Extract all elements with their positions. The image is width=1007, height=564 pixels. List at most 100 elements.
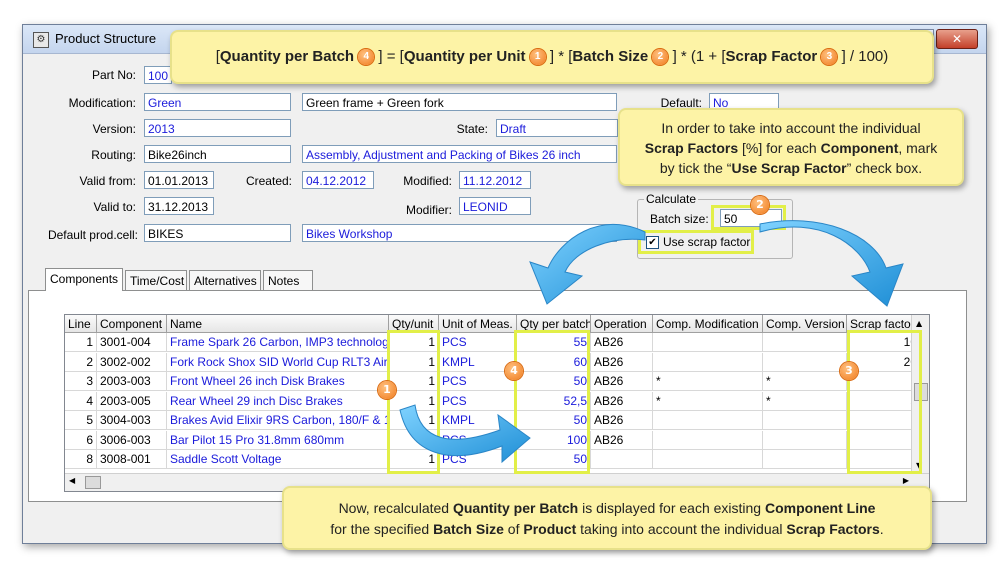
cell-qty-batch[interactable]: 50 — [517, 411, 591, 430]
column-header-name[interactable]: Name — [167, 315, 389, 333]
column-header-line[interactable]: Line — [65, 315, 97, 333]
tab-time-cost[interactable]: Time/Cost — [125, 270, 187, 290]
cell-name[interactable]: Saddle Scott Voltage — [167, 450, 389, 469]
vertical-scrollbar[interactable]: ▲ ▼ — [911, 315, 929, 474]
cell-comp-mod[interactable] — [653, 411, 763, 430]
cell-name[interactable]: Brakes Avid Elixir 9RS Carbon, 180/F & 1… — [167, 411, 389, 430]
cell-comp-ver[interactable] — [763, 352, 847, 372]
vertical-scroll-thumb[interactable] — [914, 383, 928, 401]
version-field[interactable]: 2013 — [144, 119, 291, 137]
cell-uom[interactable]: PCS — [439, 391, 517, 411]
cell-qty-unit[interactable]: 1 — [389, 411, 439, 430]
cell-component[interactable]: 3008-001 — [97, 450, 167, 469]
cell-qty-unit[interactable]: 1 — [389, 372, 439, 391]
cell-component[interactable]: 3004-003 — [97, 411, 167, 430]
cell-scrap[interactable]: 20 — [847, 352, 921, 372]
default-prod-cell-field[interactable]: BIKES — [144, 224, 291, 242]
cell-qty-unit[interactable]: 2 — [389, 430, 439, 450]
cell-operation[interactable]: AB26 — [591, 333, 653, 352]
cell-comp-mod[interactable] — [653, 333, 763, 352]
cell-operation[interactable]: AB26 — [591, 430, 653, 450]
cell-component[interactable]: 3006-003 — [97, 430, 167, 450]
cell-operation[interactable]: AB26 — [591, 391, 653, 411]
cell-line[interactable]: 6 — [65, 430, 97, 450]
cell-comp-ver[interactable] — [763, 450, 847, 469]
cell-line[interactable]: 1 — [65, 333, 97, 352]
tab-alternatives[interactable]: Alternatives — [189, 270, 261, 290]
modification-field[interactable]: Green — [144, 93, 291, 111]
cell-comp-ver[interactable] — [763, 333, 847, 352]
cell-component[interactable]: 3002-002 — [97, 352, 167, 372]
cell-operation[interactable] — [591, 450, 653, 469]
scroll-down-arrow-icon[interactable]: ▼ — [916, 461, 922, 470]
cell-name[interactable]: Front Wheel 26 inch Disk Brakes — [167, 372, 389, 391]
column-header-qty-batch[interactable]: Qty per batch — [517, 315, 591, 333]
column-header-scrap[interactable]: Scrap factor — [847, 315, 921, 333]
cell-comp-ver[interactable] — [763, 430, 847, 450]
cell-comp-mod[interactable] — [653, 430, 763, 450]
scroll-up-arrow-icon[interactable]: ▲ — [916, 319, 922, 328]
cell-comp-ver[interactable]: * — [763, 391, 847, 411]
scroll-left-arrow-icon[interactable]: ◀ — [69, 476, 75, 485]
close-button[interactable]: ✕ — [936, 29, 978, 49]
tab-components[interactable]: Components — [45, 268, 123, 291]
cell-qty-unit[interactable]: 1 — [389, 352, 439, 372]
cell-qty-batch[interactable]: 100 — [517, 430, 591, 450]
cell-line[interactable]: 4 — [65, 391, 97, 411]
cell-scrap[interactable]: 5 — [847, 391, 921, 411]
cell-qty-batch[interactable]: 60 — [517, 352, 591, 372]
cell-uom[interactable]: KMPL — [439, 411, 517, 430]
use-scrap-factor-label[interactable]: Use scrap factor — [663, 235, 750, 249]
tab-notes[interactable]: Notes — [263, 270, 313, 290]
column-header-operation[interactable]: Operation — [591, 315, 653, 333]
cell-uom[interactable]: PCS — [439, 450, 517, 469]
column-header-comp-ver[interactable]: Comp. Version — [763, 315, 847, 333]
cell-component[interactable]: 2003-005 — [97, 391, 167, 411]
cell-scrap[interactable] — [847, 372, 921, 391]
valid-to-field[interactable]: 31.12.2013 — [144, 197, 214, 215]
batch-size-input[interactable]: 50 — [720, 209, 782, 227]
column-header-qty-unit[interactable]: Qty/unit — [389, 315, 439, 333]
use-scrap-factor-checkbox[interactable]: ✔ — [646, 236, 659, 249]
cell-line[interactable]: 8 — [65, 450, 97, 469]
cell-name[interactable]: Fork Rock Shox SID World Cup RLT3 Air — [167, 352, 389, 372]
cell-qty-unit[interactable]: 1 — [389, 333, 439, 352]
cell-qty-batch[interactable]: 55 — [517, 333, 591, 352]
state-field[interactable]: Draft — [496, 119, 618, 137]
cell-component[interactable]: 2003-003 — [97, 372, 167, 391]
cell-scrap[interactable] — [847, 450, 921, 469]
cell-qty-unit[interactable]: 1 — [389, 450, 439, 469]
cell-component[interactable]: 3001-004 — [97, 333, 167, 352]
cell-operation[interactable]: AB26 — [591, 411, 653, 430]
column-header-uom[interactable]: Unit of Meas. — [439, 315, 517, 333]
valid-from-field[interactable]: 01.01.2013 — [144, 171, 214, 189]
cell-qty-unit[interactable]: 1 — [389, 391, 439, 411]
cell-scrap[interactable]: 10 — [847, 333, 921, 352]
column-header-comp-mod[interactable]: Comp. Modification — [653, 315, 763, 333]
cell-comp-mod[interactable]: * — [653, 372, 763, 391]
cell-comp-mod[interactable] — [653, 450, 763, 469]
cell-qty-batch[interactable]: 50 — [517, 372, 591, 391]
cell-uom[interactable]: PCS — [439, 333, 517, 352]
cell-operation[interactable]: AB26 — [591, 352, 653, 372]
cell-uom[interactable]: PCS — [439, 430, 517, 450]
cell-line[interactable]: 5 — [65, 411, 97, 430]
cell-name[interactable]: Bar Pilot 15 Pro 31.8mm 680mm — [167, 430, 389, 450]
cell-qty-batch[interactable]: 50 — [517, 450, 591, 469]
part-no-field[interactable]: 100 — [144, 66, 172, 84]
scroll-right-arrow-icon[interactable]: ▶ — [903, 476, 909, 485]
cell-operation[interactable]: AB26 — [591, 372, 653, 391]
cell-comp-ver[interactable]: * — [763, 372, 847, 391]
horizontal-scroll-thumb[interactable] — [85, 476, 101, 489]
cell-scrap[interactable] — [847, 430, 921, 450]
routing-field[interactable]: Bike26inch — [144, 145, 291, 163]
cell-qty-batch[interactable]: 52,5 — [517, 391, 591, 411]
cell-comp-mod[interactable] — [653, 352, 763, 372]
cell-name[interactable]: Rear Wheel 29 inch Disc Brakes — [167, 391, 389, 411]
column-header-component[interactable]: Component — [97, 315, 167, 333]
cell-line[interactable]: 3 — [65, 372, 97, 391]
cell-line[interactable]: 2 — [65, 352, 97, 372]
cell-comp-ver[interactable] — [763, 411, 847, 430]
cell-comp-mod[interactable]: * — [653, 391, 763, 411]
cell-scrap[interactable] — [847, 411, 921, 430]
